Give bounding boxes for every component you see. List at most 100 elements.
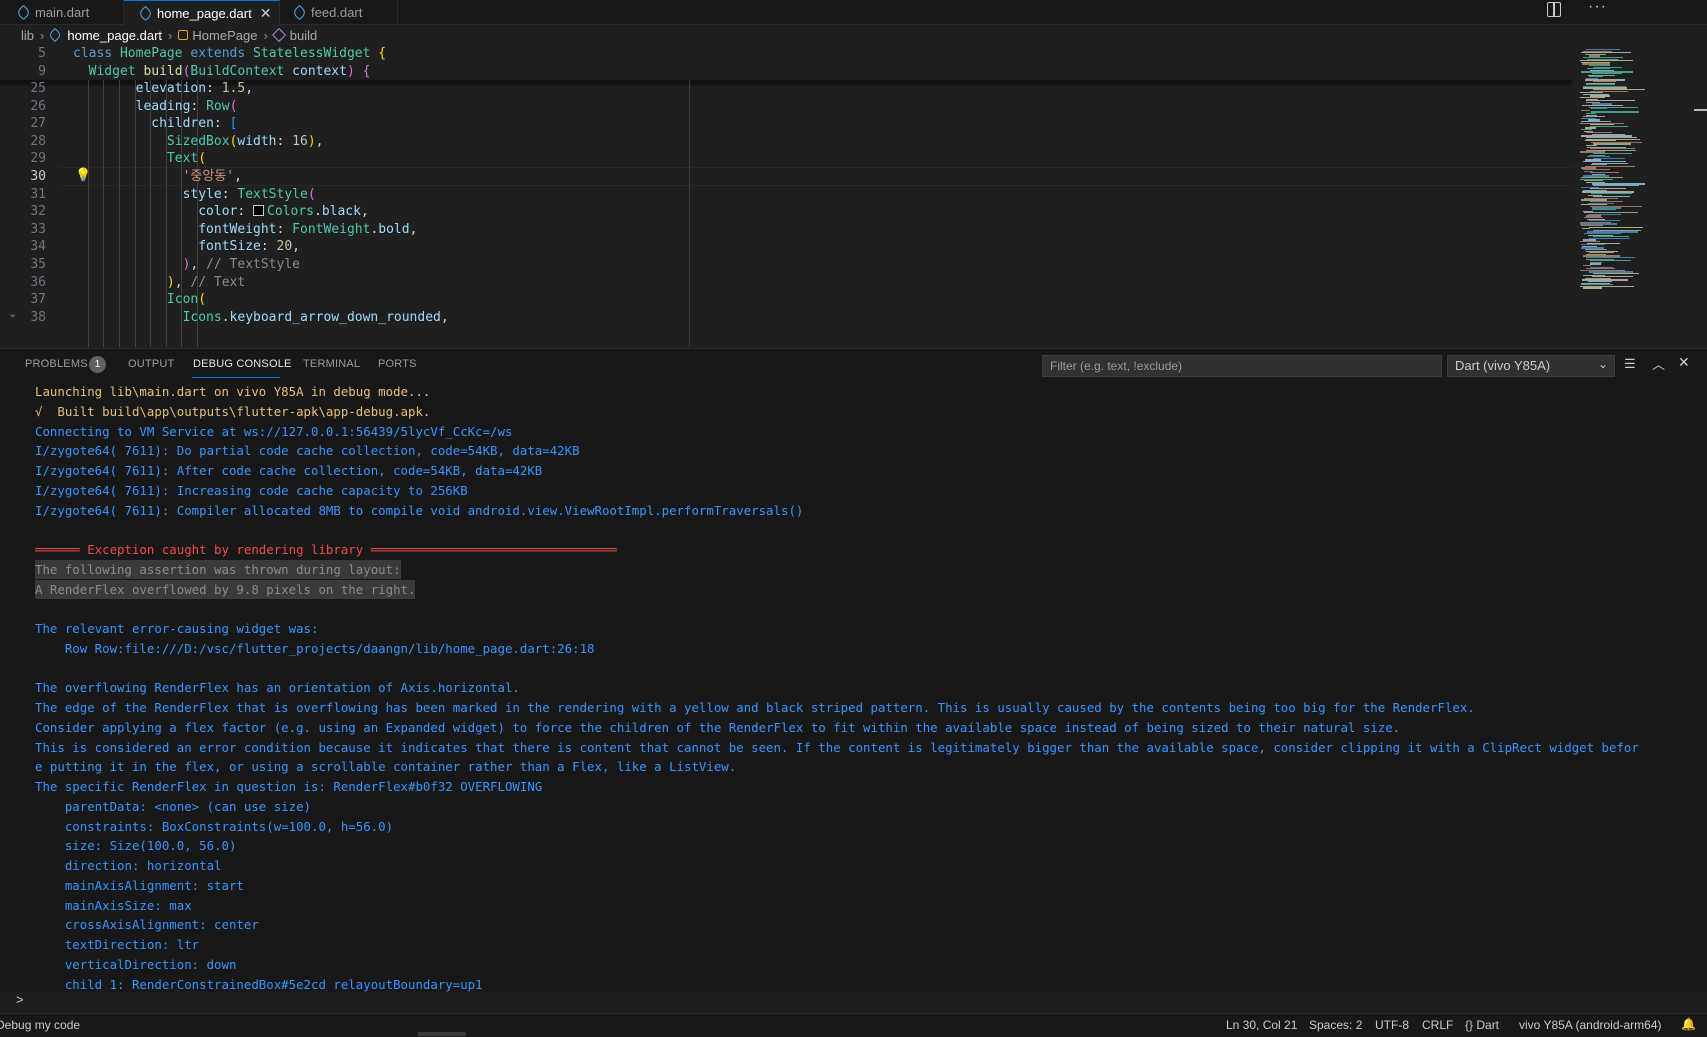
line-number: 30: [30, 169, 46, 184]
tab-debug-console[interactable]: DEBUG CONSOLE: [193, 358, 292, 370]
bell-icon[interactable]: 🔔: [1681, 1017, 1696, 1031]
line-number: 34: [30, 239, 46, 255]
code-text: Icon(: [166, 292, 207, 308]
line-number: 33: [30, 221, 46, 237]
console-line: Consider applying a flex factor (e.g. us…: [35, 719, 1401, 735]
console-line: I/zygote64( 7611): Do partial code cache…: [35, 443, 580, 459]
breadcrumb-file[interactable]: home_page.dart: [67, 28, 162, 43]
console-line: size: Size(100.0, 56.0): [35, 838, 237, 854]
code-text: color: Colors.black,: [198, 204, 369, 220]
bottom-panel: PROBLEMS 1 OUTPUT DEBUG CONSOLE TERMINAL…: [0, 348, 1707, 1007]
line-number: 32: [30, 204, 46, 220]
line-number: 35: [30, 257, 46, 272]
minimap-line: [1589, 226, 1643, 228]
console-filter-input[interactable]: [1042, 355, 1442, 377]
minimap-line: [1583, 287, 1602, 289]
clear-console-icon[interactable]: ☰: [1624, 356, 1636, 372]
tab-output[interactable]: OUTPUT: [128, 358, 174, 370]
line-number: 5: [38, 46, 46, 61]
code-text: fontSize: 20,: [198, 239, 300, 255]
line-number: 26: [30, 98, 46, 114]
dart-file-icon: [48, 27, 63, 43]
line-number: 36: [30, 274, 46, 290]
tab-problems[interactable]: PROBLEMS: [25, 358, 88, 370]
breadcrumb-method[interactable]: build: [290, 28, 317, 43]
console-line: direction: horizontal: [35, 858, 222, 873]
dart-file-icon: [291, 4, 308, 20]
code-editor[interactable]: 5 class HomePage extends StatelessWidget …: [0, 45, 1707, 347]
more-actions-icon[interactable]: ···: [1588, 0, 1607, 16]
current-line-highlight: [60, 167, 1572, 186]
console-line: √ Built build\app\outputs\flutter-apk\ap…: [35, 403, 431, 419]
minimap[interactable]: [1578, 45, 1698, 290]
minimap-line: [1581, 109, 1590, 111]
console-line: ══════ Exception caught by rendering lib…: [35, 542, 617, 557]
status-debug-profile[interactable]: Debug my code: [0, 1018, 80, 1032]
line-number: 28: [30, 133, 46, 149]
close-icon[interactable]: ✕: [260, 5, 272, 22]
code-text: Text(: [166, 151, 207, 167]
console-line: I/zygote64( 7611): After code cache coll…: [35, 463, 543, 478]
chevron-right-icon: ›: [168, 27, 173, 43]
dart-file-icon: [15, 4, 32, 20]
line-number: 25: [30, 81, 46, 96]
tab-feed-dart[interactable]: feed.dart: [280, 0, 398, 24]
code-text: class HomePage extends StatelessWidget {: [73, 46, 387, 61]
status-eol[interactable]: CRLF: [1422, 1018, 1453, 1032]
status-device[interactable]: vivo Y85A (android-arm64): [1519, 1018, 1662, 1032]
status-language[interactable]: {} Dart: [1465, 1018, 1499, 1032]
close-panel-icon[interactable]: ✕: [1678, 354, 1690, 371]
code-text: elevation: 1.5,: [135, 81, 254, 96]
code-text: SizedBox(width: 16),: [166, 133, 324, 149]
method-symbol-icon: [271, 27, 286, 43]
dart-file-icon: [137, 5, 154, 21]
line-number: 27: [30, 116, 46, 132]
maximize-panel-icon[interactable]: ︿: [1652, 354, 1665, 373]
console-line: constraints: BoxConstraints(w=100.0, h=5…: [35, 818, 394, 834]
chevron-right-icon: ›: [263, 27, 268, 43]
minimap-line: [1591, 108, 1607, 110]
breadcrumb-folder[interactable]: lib: [21, 28, 34, 43]
console-line: The overflowing RenderFlex has an orient…: [35, 680, 520, 696]
horizontal-scrollbar[interactable]: [418, 1032, 466, 1036]
console-prompt-icon[interactable]: >: [16, 992, 24, 1007]
tab-terminal[interactable]: TERMINAL: [303, 358, 360, 370]
line-number: 31: [30, 186, 46, 202]
editor-tab-bar: main.dart home_page.dart ✕ feed.dart ···: [0, 0, 1707, 25]
console-line: The edge of the RenderFlex that is overf…: [35, 700, 1475, 715]
minimap-line: [1591, 111, 1639, 113]
fold-chevron-icon[interactable]: ⌄: [8, 307, 17, 320]
console-line: Row Row:file:///D:/vsc/flutter_projects/…: [35, 640, 595, 656]
console-line: e putting it in the flex, or using a scr…: [35, 759, 737, 775]
status-encoding[interactable]: UTF-8: [1375, 1018, 1409, 1032]
code-text: ), // Text: [166, 274, 246, 290]
minimap-line: [1593, 143, 1631, 145]
debug-session-select[interactable]: Dart (vivo Y85A) ⌄: [1447, 355, 1615, 377]
console-line: crossAxisAlignment: center: [35, 917, 259, 933]
code-text: Widget build(BuildContext context) {: [88, 63, 371, 79]
scrollbar-marker[interactable]: [1694, 109, 1707, 111]
tab-ports[interactable]: PORTS: [378, 358, 417, 370]
breadcrumb-class[interactable]: HomePage: [192, 28, 257, 43]
line-number: 37: [30, 292, 46, 308]
tab-label: home_page.dart: [157, 5, 252, 21]
console-line: textDirection: ltr: [35, 937, 200, 952]
minimap-line: [1590, 263, 1601, 265]
console-line: A RenderFlex overflowed by 9.8 pixels on…: [35, 579, 416, 600]
line-number: 9: [38, 63, 46, 79]
tab-main-dart[interactable]: main.dart: [0, 0, 124, 24]
lightbulb-icon[interactable]: 💡: [75, 167, 91, 183]
breadcrumb: lib › home_page.dart › HomePage › build: [0, 25, 1560, 45]
console-line: The relevant error-causing widget was:: [35, 621, 319, 636]
tab-home-page-dart[interactable]: home_page.dart ✕: [124, 0, 280, 25]
code-text: style: TextStyle(: [182, 186, 316, 202]
console-line: Launching lib\main.dart on vivo Y85A in …: [35, 384, 431, 399]
status-cursor-position[interactable]: Ln 30, Col 21: [1226, 1018, 1297, 1032]
status-indentation[interactable]: Spaces: 2: [1309, 1018, 1362, 1032]
console-line: parentData: <none> (can use size): [35, 798, 312, 814]
split-editor-icon[interactable]: [1547, 2, 1561, 17]
status-bar: Debug my code Ln 30, Col 21 Spaces: 2 UT…: [0, 1013, 1707, 1037]
minimap-line: [1592, 209, 1616, 211]
console-line: The specific RenderFlex in question is: …: [35, 779, 543, 794]
console-line: child 1: RenderConstrainedBox#5e2cd rela…: [35, 976, 483, 992]
